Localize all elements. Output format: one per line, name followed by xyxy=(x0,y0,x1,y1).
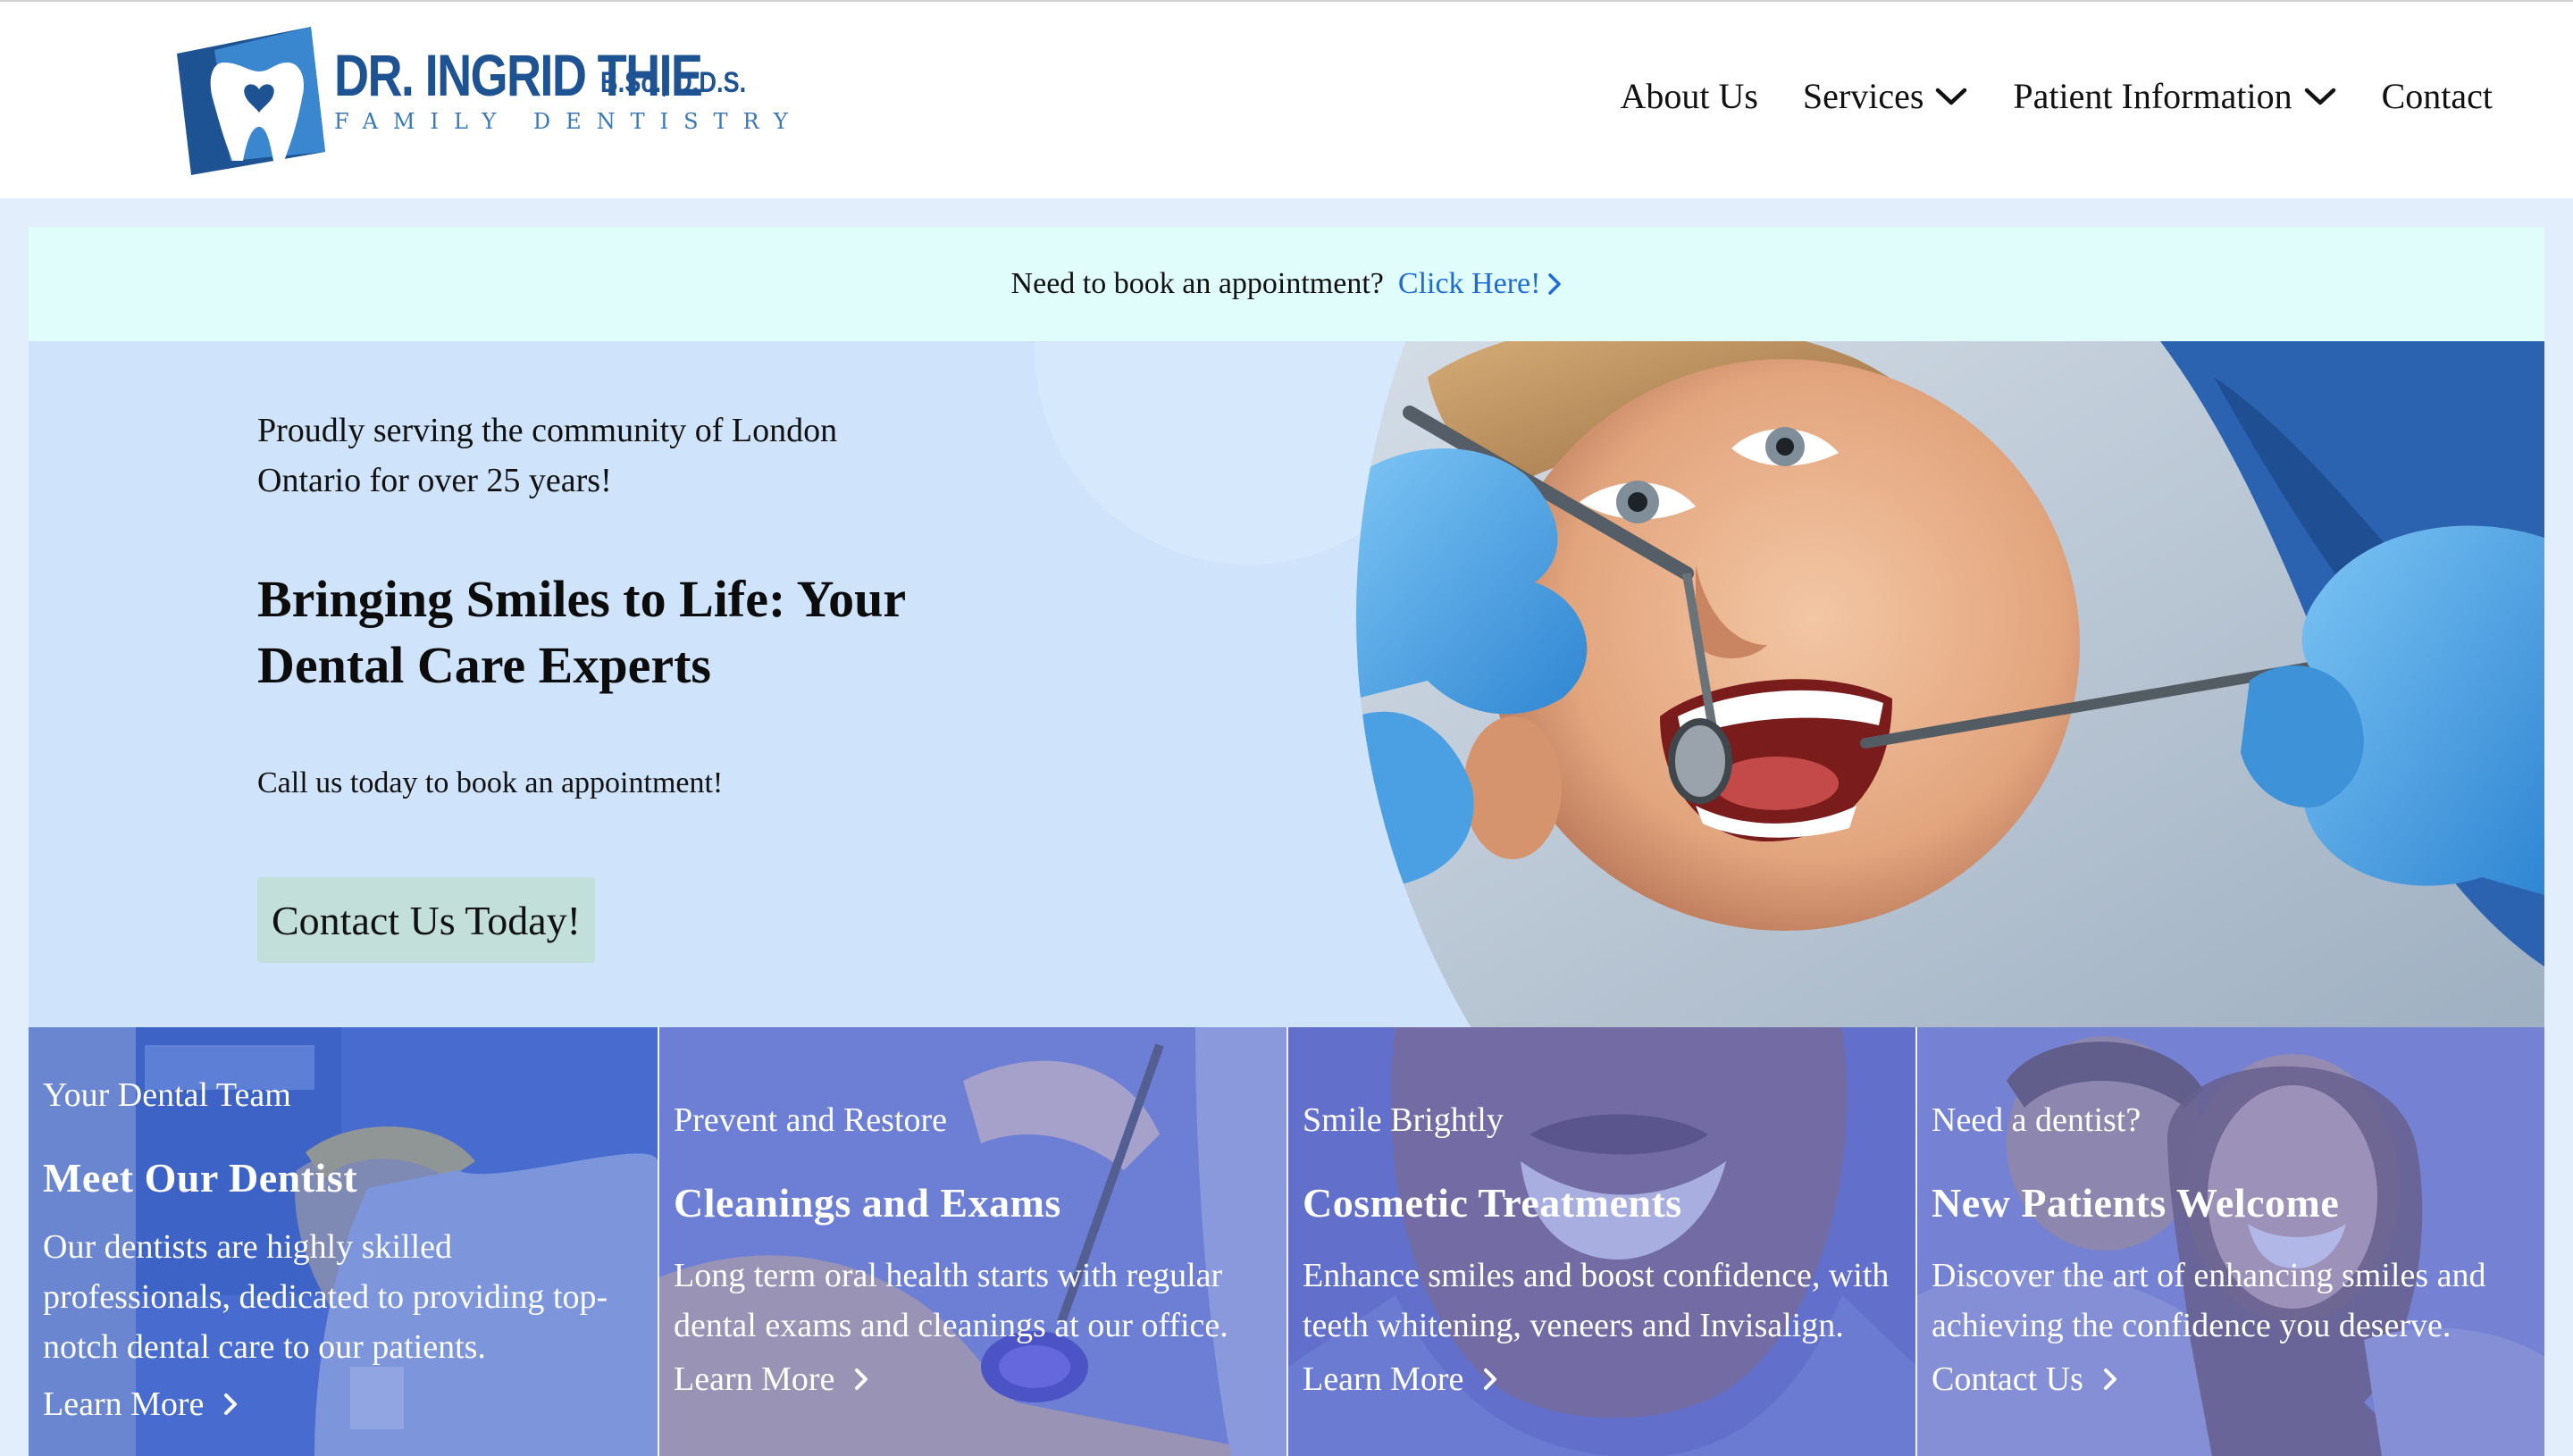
site-logo[interactable]: DR. INGRID THIE B.Sc., D.D.S. FAMILY DEN… xyxy=(177,27,788,179)
nav-label: Services xyxy=(1802,76,1924,116)
card-text: Our dentists are highly skilled professi… xyxy=(43,1228,608,1366)
card-text: Enhance smiles and boost confidence, wit… xyxy=(1303,1257,1890,1344)
card-link-label: Learn More xyxy=(674,1360,835,1398)
chevron-right-icon xyxy=(224,1393,238,1415)
learn-more-link[interactable]: Learn More xyxy=(674,1360,868,1399)
card-text: Discover the art of enhancing smiles and… xyxy=(1932,1257,2486,1344)
chevron-right-icon xyxy=(1484,1368,1497,1390)
card-new-patients-welcome: Need a dentist? New Patients Welcome Dis… xyxy=(1915,1027,2544,1456)
banner-text: Need to book an appointment? xyxy=(1010,267,1384,300)
card-meet-our-dentist: Your Dental Team Meet Our Dentist Our de… xyxy=(29,1027,658,1456)
nav-item-services[interactable]: Services xyxy=(1803,75,1969,117)
card-eyebrow: Need a dentist? xyxy=(1932,1101,2141,1139)
banner-link-label: Click Here! xyxy=(1397,267,1541,300)
main-nav: About Us Services Patient Information Co… xyxy=(1575,75,2493,117)
hero-title: Bringing Smiles to Life: Your Dental Car… xyxy=(257,570,906,694)
card-title: Meet Our Dentist xyxy=(43,1155,358,1201)
learn-more-link[interactable]: Learn More xyxy=(43,1385,238,1424)
chevron-down-icon xyxy=(1936,88,1967,105)
card-eyebrow: Smile Brightly xyxy=(1303,1101,1504,1139)
hero-photo-child-dental-exam xyxy=(1356,341,2544,1027)
card-cosmetic-treatments: Smile Brightly Cosmetic Treatments Enhan… xyxy=(1286,1027,1915,1456)
logo-subtitle: FAMILY DENTISTRY xyxy=(334,109,803,134)
learn-more-link[interactable]: Learn More xyxy=(1303,1360,1497,1399)
card-title: Cosmetic Treatments xyxy=(1303,1180,1682,1226)
card-title: New Patients Welcome xyxy=(1932,1180,2340,1226)
nav-label: Contact xyxy=(2381,76,2493,116)
nav-item-about-us[interactable]: About Us xyxy=(1620,75,1757,117)
card-link-label: Learn More xyxy=(1303,1360,1464,1398)
chevron-down-icon xyxy=(2304,88,2335,105)
card-text: Long term oral health starts with regula… xyxy=(674,1257,1228,1344)
logo-credentials: B.Sc., D.D.S. xyxy=(600,66,747,98)
appointment-banner: Need to book an appointment? Click Here! xyxy=(29,227,2544,341)
hero-call-text: Call us today to book an appointment! xyxy=(257,766,724,799)
nav-label: Patient Information xyxy=(2013,76,2292,116)
service-cards: Your Dental Team Meet Our Dentist Our de… xyxy=(29,1027,2544,1456)
banner-link[interactable]: Click Here! xyxy=(1398,267,1563,301)
hero-tagline: Proudly serving the community of London … xyxy=(257,412,838,499)
contact-us-link[interactable]: Contact Us xyxy=(1932,1360,2117,1399)
card-eyebrow: Your Dental Team xyxy=(43,1076,291,1114)
hero-section: Proudly serving the community of London … xyxy=(29,341,2544,1027)
chevron-right-icon xyxy=(855,1368,868,1390)
card-title: Cleanings and Exams xyxy=(674,1180,1061,1226)
nav-item-contact[interactable]: Contact xyxy=(2382,75,2493,117)
card-link-label: Learn More xyxy=(43,1385,205,1423)
card-link-label: Contact Us xyxy=(1932,1360,2083,1398)
contact-us-button[interactable]: Contact Us Today! xyxy=(257,877,595,963)
chevron-right-icon xyxy=(2103,1368,2116,1390)
nav-label: About Us xyxy=(1620,76,1758,116)
site-header: DR. INGRID THIE B.Sc., D.D.S. FAMILY DEN… xyxy=(0,0,2573,198)
tooth-logo-icon xyxy=(177,27,325,175)
nav-item-patient-information[interactable]: Patient Information xyxy=(2013,75,2336,117)
hero-photo-illustration xyxy=(1356,341,2544,1027)
chevron-right-icon xyxy=(1548,273,1562,295)
card-eyebrow: Prevent and Restore xyxy=(674,1101,948,1139)
card-cleanings-and-exams: Prevent and Restore Cleanings and Exams … xyxy=(658,1027,1286,1456)
